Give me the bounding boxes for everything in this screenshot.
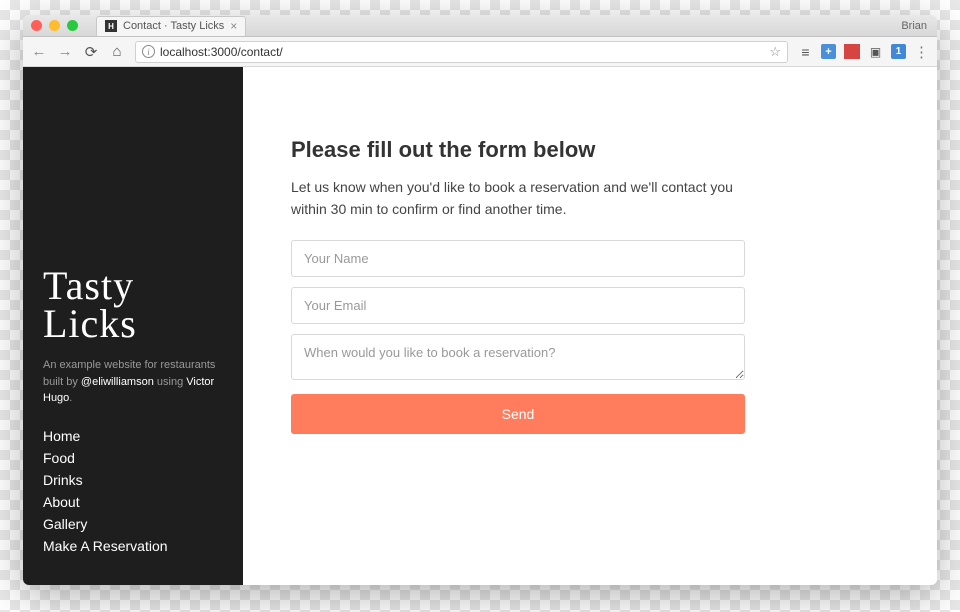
site-logo[interactable]: Tasty Licks [43, 267, 223, 343]
page-subtext: Let us know when you'd like to book a re… [291, 177, 761, 220]
nav-item-drinks[interactable]: Drinks [43, 469, 223, 491]
tab-title: Contact · Tasty Licks [123, 20, 224, 32]
cast-icon[interactable]: ▣ [868, 44, 883, 59]
bookmark-star-icon[interactable]: ☆ [769, 44, 781, 60]
browser-tab[interactable]: H Contact · Tasty Licks × [96, 16, 246, 36]
send-button[interactable]: Send [291, 394, 745, 434]
profile-label[interactable]: Brian [901, 20, 927, 32]
maximize-window-button[interactable] [67, 20, 78, 31]
favicon-icon: H [105, 20, 117, 32]
titlebar: H Contact · Tasty Licks × Brian [23, 15, 937, 37]
home-button[interactable]: ⌂ [109, 43, 125, 60]
nav-item-about[interactable]: About [43, 491, 223, 513]
extension-icon[interactable]: + [821, 44, 836, 59]
close-window-button[interactable] [31, 20, 42, 31]
name-input[interactable] [291, 240, 745, 277]
message-textarea[interactable] [291, 334, 745, 380]
url-text: localhost:3000/contact/ [160, 45, 283, 59]
page-heading: Please fill out the form below [291, 137, 857, 163]
nav-item-home[interactable]: Home [43, 425, 223, 447]
author-handle-link[interactable]: @eliwilliamson [81, 376, 154, 388]
toolbar: ← → ⟳ ⌂ i localhost:3000/contact/ ☆ + ▣ … [23, 37, 937, 67]
nav-item-food[interactable]: Food [43, 447, 223, 469]
email-input[interactable] [291, 287, 745, 324]
extension-icon[interactable] [844, 44, 860, 59]
address-bar[interactable]: i localhost:3000/contact/ ☆ [135, 41, 788, 63]
logo-line-1: Tasty [43, 267, 223, 305]
extensions: + ▣ 1 ⋮ [798, 44, 929, 59]
reload-button[interactable]: ⟳ [83, 43, 99, 61]
close-tab-icon[interactable]: × [230, 19, 237, 33]
tagline: An example website for restaurants built… [43, 357, 223, 407]
window-controls [31, 20, 78, 31]
sidebar: Tasty Licks An example website for resta… [23, 67, 243, 585]
main-content: Please fill out the form below Let us kn… [243, 67, 937, 585]
minimize-window-button[interactable] [49, 20, 60, 31]
site-info-icon[interactable]: i [142, 45, 155, 58]
forward-button[interactable]: → [57, 43, 73, 60]
nav-item-reservation[interactable]: Make A Reservation [43, 535, 223, 557]
browser-window: H Contact · Tasty Licks × Brian ← → ⟳ ⌂ … [23, 15, 937, 585]
logo-line-2: Licks [43, 305, 223, 343]
nav-menu: Home Food Drinks About Gallery Make A Re… [43, 425, 223, 557]
page-content: Tasty Licks An example website for resta… [23, 67, 937, 585]
nav-item-gallery[interactable]: Gallery [43, 513, 223, 535]
browser-menu-icon[interactable]: ⋮ [914, 44, 929, 59]
back-button[interactable]: ← [31, 43, 47, 60]
extension-icon[interactable] [798, 44, 813, 59]
extension-icon[interactable]: 1 [891, 44, 906, 59]
